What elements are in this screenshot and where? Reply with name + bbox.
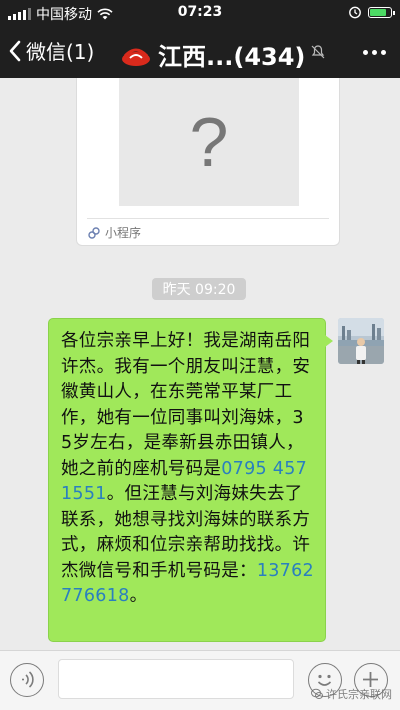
question-mark-icon: ? [189, 103, 229, 181]
card-divider [87, 218, 329, 219]
status-right [348, 5, 395, 19]
group-logo-icon [122, 48, 150, 66]
back-label: 微信(1) [26, 40, 95, 64]
more-dots-icon[interactable] [363, 50, 386, 55]
nav-bar: 微信(1) 江西...(434) [0, 26, 400, 78]
message-text-part1: 各位宗亲早上好！我是湖南岳阳许杰。我有一个朋友叫汪慧，安徽黄山人，在东莞常平某厂… [61, 331, 311, 479]
status-time: 07:23 [177, 4, 223, 20]
mini-program-footer: 小程序 [87, 224, 141, 241]
message-bubble[interactable]: 各位宗亲早上好！我是湖南岳阳许杰。我有一个朋友叫汪慧，安徽黄山人，在东莞常平某厂… [48, 318, 333, 642]
watermark-text: 许氏宗亲联网 [326, 688, 392, 701]
message-text: 各位宗亲早上好！我是湖南岳阳许杰。我有一个朋友叫汪慧，安徽黄山人，在东莞常平某厂… [61, 329, 315, 610]
mini-program-thumbnail: ? [119, 78, 299, 206]
sender-avatar[interactable] [338, 318, 384, 364]
message-text-part3: 。 [129, 586, 148, 606]
voice-icon [22, 671, 34, 688]
voice-button[interactable] [10, 663, 44, 697]
chat-title: 江西...(434) [120, 37, 305, 72]
message-timestamp: 昨天 09:20 [152, 278, 246, 300]
alarm-icon [349, 6, 361, 19]
battery-icon [368, 6, 395, 18]
back-button[interactable]: 微信(1) [8, 36, 94, 65]
chat-title-text: 江西...(434) [158, 43, 306, 71]
mini-program-icon [88, 226, 100, 239]
status-bar: 中国移动 07:23 [0, 0, 400, 26]
mini-program-card[interactable]: ? 小程序 [76, 78, 340, 246]
watermark: 许氏宗亲联网 [311, 686, 392, 702]
chevron-left-icon [9, 40, 21, 61]
wechat-logo-icon [311, 688, 323, 699]
mini-program-label: 小程序 [105, 226, 142, 240]
battery-fill [370, 8, 386, 16]
mute-icon [311, 45, 325, 59]
message-input[interactable] [58, 659, 294, 699]
